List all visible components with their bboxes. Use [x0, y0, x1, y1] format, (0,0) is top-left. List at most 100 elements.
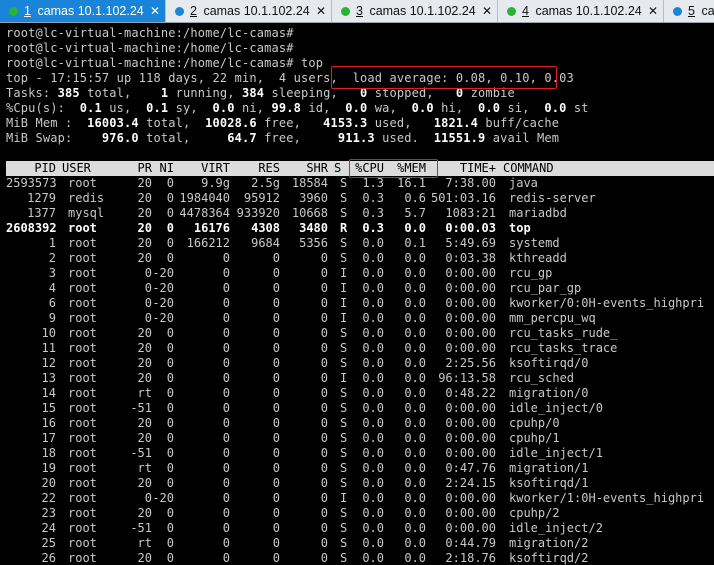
table-row: 1377 mysql 20 0 4478364 933920 10668 S 0.3 5.7 108…	[0, 206, 714, 221]
cell-pr: 0	[144, 296, 152, 310]
cell-res: 0	[272, 326, 280, 340]
tab-session-5[interactable]: 5 ca	[664, 0, 714, 22]
cell-res: 0	[272, 416, 280, 430]
cell-virt: 0	[222, 371, 230, 385]
cell-res: 95912	[243, 191, 280, 205]
session-status-icon	[9, 7, 18, 16]
close-tab-icon[interactable]: ✕	[150, 0, 160, 22]
cell-res: 9684	[251, 236, 280, 250]
cell-cpu: 0.0	[362, 266, 384, 280]
cell-mem: 0.0	[404, 251, 426, 265]
cell-cpu: 0.0	[362, 326, 384, 340]
cell-cmd: kworker/0:0H-events_highpri	[509, 296, 705, 310]
cell-pid: 1	[48, 236, 56, 250]
cell-pr: 20	[137, 431, 152, 445]
cell-cmd: ksoftirqd/2	[509, 551, 589, 565]
cell-shr: 0	[320, 281, 328, 295]
cell-ni: 0	[166, 446, 174, 460]
cell-shr: 0	[320, 371, 328, 385]
col-pr: PR	[137, 161, 152, 175]
cell-res: 0	[272, 281, 280, 295]
cell-cmd: ksoftirqd/1	[509, 476, 589, 490]
cell-time: 1083:21	[445, 206, 496, 220]
col-time: TIME+	[459, 161, 496, 175]
tab-session-2[interactable]: 2 camas 10.1.102.24 ✕	[166, 0, 332, 22]
cell-shr: 0	[320, 536, 328, 550]
cell-user: root	[68, 536, 97, 550]
cell-pid: 14	[41, 386, 56, 400]
cell-virt: 0	[222, 461, 230, 475]
cell-cmd: top	[509, 221, 531, 235]
cell-cpu: 1.3	[362, 176, 384, 190]
close-tab-icon[interactable]: ✕	[482, 0, 492, 22]
cell-mem: 5.7	[404, 206, 426, 220]
cell-ni: 0	[166, 476, 174, 490]
cell-shr: 18584	[291, 176, 328, 190]
cell-pid: 25	[41, 536, 56, 550]
cell-ni: 0	[166, 221, 174, 235]
cell-shr: 0	[320, 461, 328, 475]
terminal-pane[interactable]: root@lc-virtual-machine:/home/lc-camas# …	[0, 24, 714, 565]
cell-user: root	[68, 221, 97, 235]
table-row: 22 root 0 -20 0 0 0 I 0.0 0.0 0:00.00 kworker/1:0H-…	[0, 491, 714, 506]
cell-res: 0	[272, 461, 280, 475]
cell-cpu: 0.3	[362, 191, 384, 205]
cell-virt: 0	[222, 311, 230, 325]
tab-session-3[interactable]: 3 camas 10.1.102.24 ✕	[332, 0, 498, 22]
cell-cpu: 0.0	[362, 341, 384, 355]
cell-user: root	[68, 311, 97, 325]
cell-mem: 0.0	[404, 371, 426, 385]
cell-time: 0:00.00	[445, 296, 496, 310]
cell-cpu: 0.0	[362, 251, 384, 265]
tab-session-4[interactable]: 4 camas 10.1.102.24 ✕	[498, 0, 664, 22]
cell-ni: -20	[152, 311, 174, 325]
cell-virt: 0	[222, 491, 230, 505]
cell-virt: 0	[222, 281, 230, 295]
cell-ni: -20	[152, 296, 174, 310]
cell-user: root	[68, 296, 97, 310]
cell-pid: 26	[41, 551, 56, 565]
mem-line: MiB Mem : 16003.4 total, 10028.6 free, 4…	[6, 116, 560, 130]
cell-mem: 0.0	[404, 356, 426, 370]
cell-res: 0	[272, 386, 280, 400]
cell-cmd: rcu_tasks_trace	[509, 341, 618, 355]
cell-ni: -20	[152, 266, 174, 280]
cell-pid: 4	[48, 281, 56, 295]
cell-pid: 2	[48, 251, 56, 265]
cell-virt: 0	[222, 266, 230, 280]
cell-ni: 0	[166, 176, 174, 190]
table-row: 19 root rt 0 0 0 0 S 0.0 0.0 0:47.76 migration/1	[0, 461, 714, 476]
cell-virt: 0	[222, 386, 230, 400]
cell-user: root	[68, 461, 97, 475]
cell-time: 0:00.00	[445, 341, 496, 355]
cell-virt: 0	[222, 476, 230, 490]
cell-virt: 166212	[186, 236, 230, 250]
cell-pr: 20	[137, 206, 152, 220]
cell-res: 4308	[251, 221, 280, 235]
tab-session-1[interactable]: 1 camas 10.1.102.24 ✕	[0, 0, 166, 22]
cell-pr: rt	[137, 461, 152, 475]
cell-time: 0:00.00	[445, 281, 496, 295]
cell-cmd: rcu_tasks_rude_	[509, 326, 618, 340]
cell-pid: 17	[41, 431, 56, 445]
cell-cmd: cpuhp/0	[509, 416, 560, 430]
cell-shr: 0	[320, 296, 328, 310]
tab-bar: 1 camas 10.1.102.24 ✕ 2 camas 10.1.102.24…	[0, 0, 714, 23]
cell-cpu: 0.0	[362, 521, 384, 535]
cell-pr: 20	[137, 251, 152, 265]
table-row: 2 root 20 0 0 0 0 S 0.0 0.0 0:03.38 kthreadd	[0, 251, 714, 266]
cell-mem: 0.0	[404, 476, 426, 490]
close-tab-icon[interactable]: ✕	[648, 0, 658, 22]
cell-user: root	[68, 401, 97, 415]
cell-ni: -20	[152, 281, 174, 295]
cell-pr: 0	[144, 266, 152, 280]
cell-mem: 0.0	[404, 491, 426, 505]
cell-time: 0:00.00	[445, 431, 496, 445]
col-virt: VIRT	[201, 161, 230, 175]
cell-cmd: migration/2	[509, 536, 589, 550]
cell-time: 2:25.56	[445, 356, 496, 370]
cell-ni: 0	[166, 506, 174, 520]
close-tab-icon[interactable]: ✕	[316, 0, 326, 22]
table-row: 24 root -51 0 0 0 0 S 0.0 0.0 0:00.00 idle_inject/2	[0, 521, 714, 536]
cell-cmd: java	[509, 176, 538, 190]
